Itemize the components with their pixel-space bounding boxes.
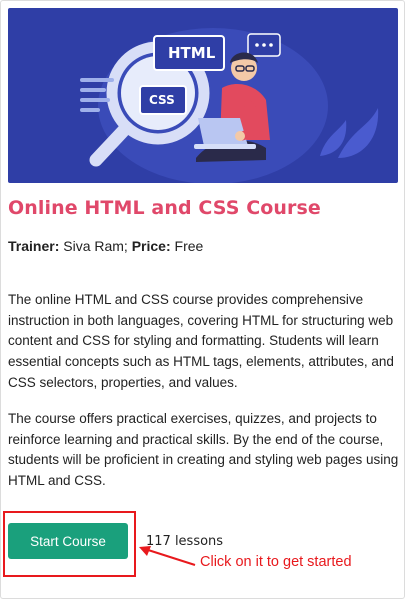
course-card: HTML CSS Online HTML and CSS Course Trai…	[0, 0, 405, 599]
price-value: Free	[174, 238, 204, 254]
course-hero-image: HTML CSS	[8, 8, 398, 183]
start-course-button[interactable]: Start Course	[8, 523, 128, 559]
course-description-paragraph: The online HTML and CSS course provides …	[8, 292, 394, 390]
html-badge-label: HTML	[168, 44, 216, 62]
trainer-label: Trainer:	[8, 238, 60, 254]
price-label: Price:	[131, 238, 171, 254]
annotation-arrow-icon	[139, 546, 196, 566]
trainer-name: Siva Ram;	[63, 238, 128, 254]
course-title: Online HTML and CSS Course	[8, 197, 321, 219]
course-meta: Trainer: Siva Ram; Price: Free	[8, 238, 203, 254]
course-description-paragraph: The course offers practical exercises, q…	[8, 411, 399, 489]
annotation-callout: Click on it to get started	[200, 554, 352, 570]
hero-illustration	[80, 28, 379, 183]
css-badge-label: CSS	[149, 93, 175, 107]
